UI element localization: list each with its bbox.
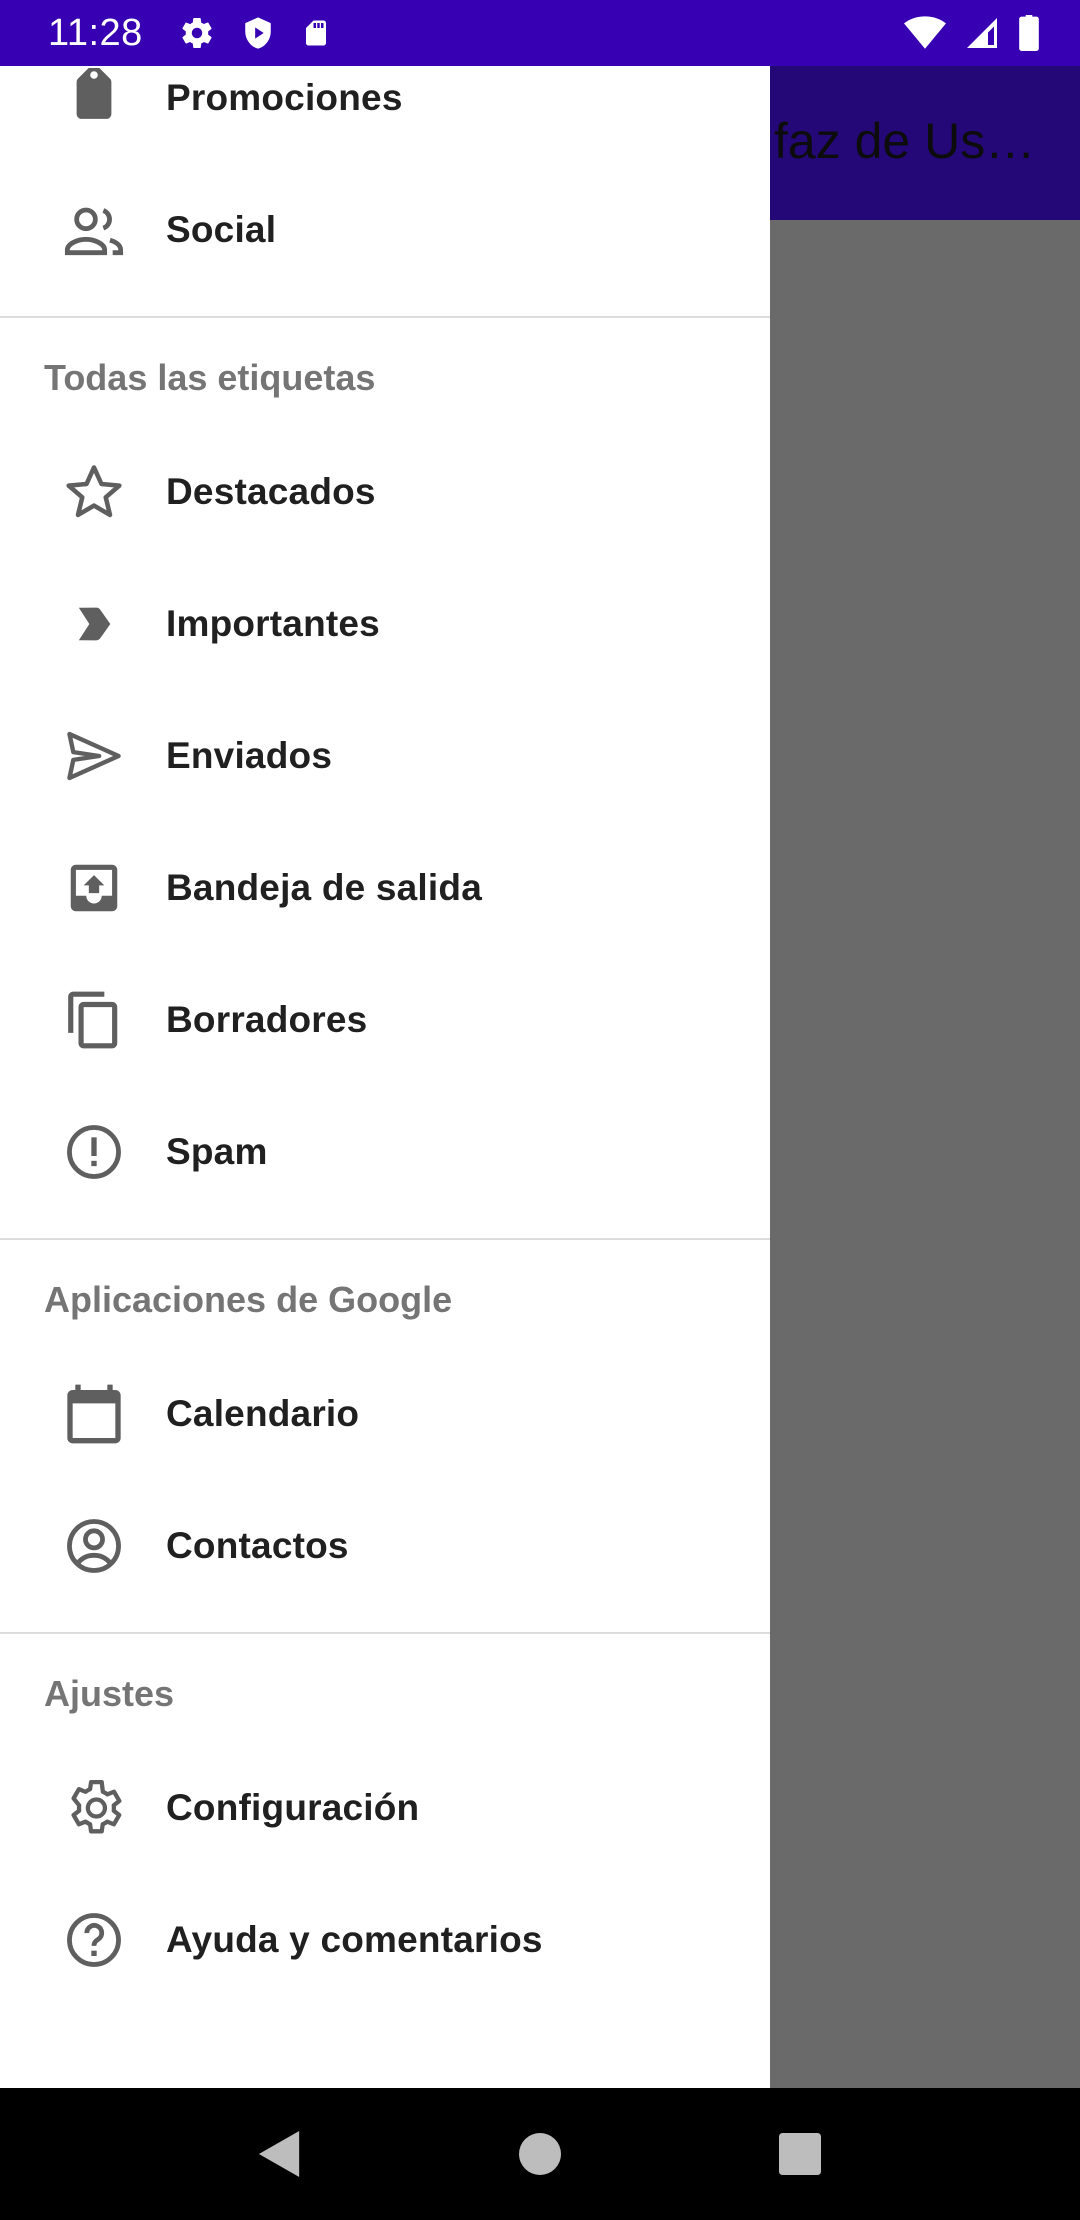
send-icon — [60, 722, 128, 790]
drawer-item-importantes[interactable]: Importantes — [0, 558, 770, 690]
drawer-item-borradores[interactable]: Borradores — [0, 954, 770, 1086]
calendar-icon — [60, 1380, 128, 1448]
app-title: faz de Us… — [774, 113, 1036, 169]
drawer-item-enviados[interactable]: Enviados — [0, 690, 770, 822]
drawer-item-label: Spam — [166, 1131, 268, 1172]
navigation-drawer: Promociones Social Todas las etiquetas D… — [0, 66, 770, 2088]
account-circle-icon — [60, 1512, 128, 1580]
drawer-item-calendario[interactable]: Calendario — [0, 1348, 770, 1480]
system-nav-bar — [0, 2088, 1080, 2220]
drawer-item-label: Destacados — [166, 471, 376, 512]
drawer-item-label: Calendario — [166, 1393, 360, 1434]
drawer-item-contactos[interactable]: Contactos — [0, 1480, 770, 1612]
drawer-item-label: Importantes — [166, 603, 380, 644]
back-icon[interactable] — [235, 2109, 325, 2199]
drafts-copy-icon — [60, 986, 128, 1054]
drawer-item-configuracion[interactable]: Configuración — [0, 1742, 770, 1874]
star-icon — [60, 458, 128, 526]
gear-icon — [60, 1774, 128, 1842]
drawer-item-social[interactable]: Social — [0, 164, 770, 296]
home-icon[interactable] — [495, 2109, 585, 2199]
section-header-labels: Todas las etiquetas — [44, 357, 376, 398]
wifi-icon — [904, 15, 946, 51]
drawer-item-label: Contactos — [166, 1525, 349, 1566]
drawer-item-bandeja-salida[interactable]: Bandeja de salida — [0, 822, 770, 954]
tag-icon — [60, 66, 128, 132]
section-header-ajustes: Ajustes — [44, 1673, 175, 1714]
drawer-item-label: Promociones — [166, 77, 403, 118]
drawer-item-label: Bandeja de salida — [166, 867, 482, 908]
outbox-icon — [60, 854, 128, 922]
app-bar: faz de Us… — [770, 66, 1080, 220]
drawer-item-label: Social — [166, 209, 277, 250]
signal-icon — [964, 15, 1000, 51]
status-bar: 11:28 — [0, 0, 1080, 66]
play-protect-icon — [241, 15, 275, 51]
drawer-item-label: Ayuda y comentarios — [166, 1919, 543, 1960]
settings-icon — [179, 15, 215, 51]
sd-card-icon — [301, 15, 331, 51]
drawer-item-destacados[interactable]: Destacados — [0, 426, 770, 558]
drawer-item-label: Configuración — [166, 1787, 420, 1828]
drawer-item-label: Borradores — [166, 999, 368, 1040]
recents-icon[interactable] — [755, 2109, 845, 2199]
label-important-icon — [60, 590, 128, 658]
people-icon — [60, 196, 128, 264]
drawer-item-label: Enviados — [166, 735, 333, 776]
alert-circle-icon — [60, 1118, 128, 1186]
battery-icon — [1018, 15, 1040, 51]
status-time: 11:28 — [48, 11, 143, 54]
section-header-google-apps: Aplicaciones de Google — [44, 1279, 453, 1320]
drawer-item-promociones[interactable]: Promociones — [0, 66, 770, 164]
help-circle-icon — [60, 1906, 128, 1974]
drawer-scrim[interactable] — [770, 220, 1080, 2088]
drawer-item-ayuda[interactable]: Ayuda y comentarios — [0, 1874, 770, 2006]
drawer-item-spam[interactable]: Spam — [0, 1086, 770, 1218]
